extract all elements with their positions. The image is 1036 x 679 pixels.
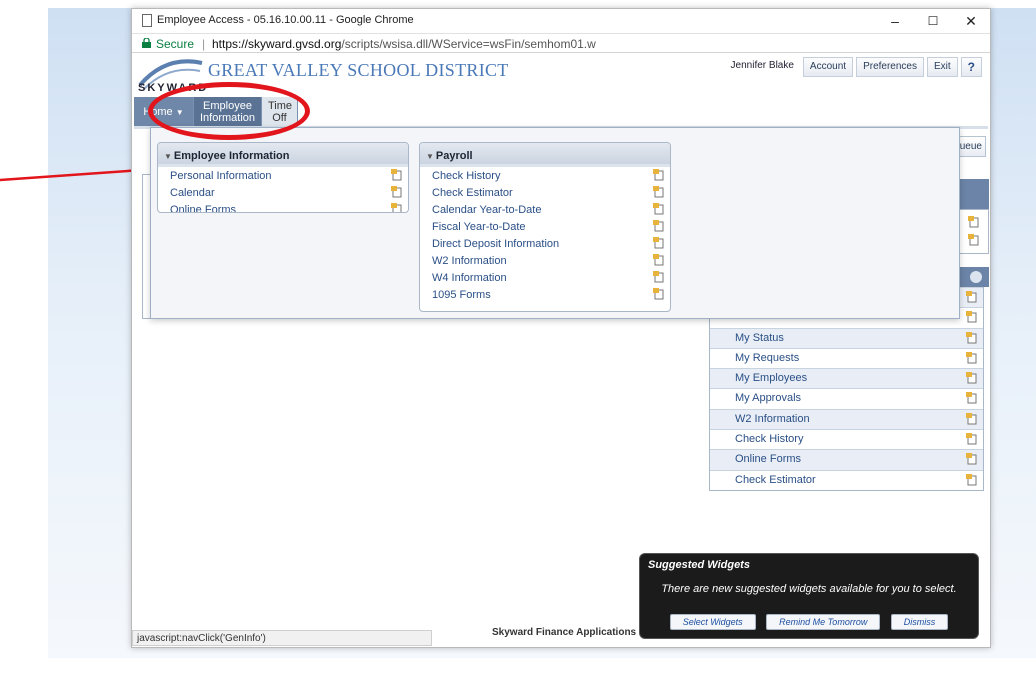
dismiss-button[interactable]: Dismiss	[890, 614, 949, 630]
list-item[interactable]: Check Estimator	[710, 469, 983, 490]
document-icon	[653, 254, 664, 266]
document-icon	[653, 203, 664, 215]
exit-button[interactable]: Exit	[926, 57, 958, 77]
settings-icon[interactable]	[970, 271, 982, 283]
status-bar: javascript:navClick('GenInfo')	[132, 630, 432, 646]
annotation-circle	[148, 82, 310, 140]
list-item[interactable]: My Requests	[710, 347, 983, 369]
list-item[interactable]: Check History	[710, 429, 983, 450]
document-icon	[391, 169, 402, 181]
footer-app-name: Skyward Finance Applications	[492, 627, 637, 638]
document-icon	[391, 203, 402, 212]
quick-links-header	[957, 267, 989, 287]
document-icon	[966, 473, 977, 486]
panel-heading: ▼ Employee Information	[158, 143, 408, 167]
user-name: Jennifer Blake	[730, 60, 794, 71]
document-icon	[653, 220, 664, 232]
menu-item-personal-information[interactable]: Personal Information	[158, 167, 408, 184]
document-icon	[966, 311, 977, 323]
menu-item-check-history[interactable]: Check History	[420, 167, 670, 184]
menu-item-direct-deposit[interactable]: Direct Deposit Information	[420, 235, 670, 252]
account-button[interactable]: Account	[802, 57, 854, 77]
page-icon	[142, 14, 152, 27]
document-icon	[391, 186, 402, 198]
maximize-button[interactable]: ☐	[914, 9, 952, 33]
menu-item-fiscal-ytd[interactable]: Fiscal Year-to-Date	[420, 218, 670, 235]
popup-title: Suggested Widgets	[648, 559, 750, 571]
document-icon	[966, 453, 977, 465]
widget-body	[957, 209, 989, 254]
employee-information-menu: ▼ Employee Information Personal Informati…	[150, 127, 960, 319]
url-text[interactable]: https://skyward.gvsd.org/scripts/wsisa.d…	[212, 37, 596, 51]
help-button[interactable]: ?	[960, 57, 982, 77]
address-separator: |	[202, 37, 206, 51]
title-bar: Employee Access - 05.16.10.00.11 - Googl…	[132, 9, 990, 33]
menu-item-calendar[interactable]: Calendar	[158, 184, 408, 201]
document-icon	[653, 271, 664, 283]
lock-icon	[142, 38, 151, 48]
document-icon	[966, 351, 977, 364]
close-button[interactable]: ✕	[952, 9, 990, 33]
document-icon	[966, 291, 977, 303]
remind-me-tomorrow-button[interactable]: Remind Me Tomorrow	[766, 614, 881, 630]
payroll-panel: ▼ Payroll Check History Check Estimator C…	[419, 142, 671, 312]
user-nav: Jennifer Blake Account Preferences Exit …	[725, 57, 982, 77]
menu-item-1095-forms[interactable]: 1095 Forms	[420, 286, 670, 303]
chevron-down-icon: ▼	[164, 152, 172, 161]
chevron-down-icon: ▼	[426, 152, 434, 161]
district-name: GREAT VALLEY SCHOOL DISTRICT	[208, 60, 509, 80]
minimize-button[interactable]: –	[876, 9, 914, 33]
document-icon	[966, 433, 977, 445]
list-item[interactable]: My Status	[710, 327, 983, 348]
select-widgets-button[interactable]: Select Widgets	[669, 614, 756, 630]
popup-buttons: Select Widgets Remind Me Tomorrow Dismis…	[640, 612, 978, 630]
address-bar[interactable]: Secure | https://skyward.gvsd.org/script…	[132, 33, 990, 53]
document-icon	[966, 412, 977, 425]
document-icon	[966, 392, 977, 404]
menu-item-check-estimator[interactable]: Check Estimator	[420, 184, 670, 201]
menu-item-w4-information[interactable]: W4 Information	[420, 269, 670, 286]
menu-item-w2-information[interactable]: W2 Information	[420, 252, 670, 269]
annotation-arrow	[0, 166, 148, 182]
document-icon	[653, 288, 664, 300]
window-title: Employee Access - 05.16.10.00.11 - Googl…	[157, 14, 414, 26]
document-icon[interactable]	[968, 216, 979, 228]
popup-message: There are new suggested widgets availabl…	[661, 583, 957, 595]
list-item[interactable]: My Employees	[710, 368, 983, 389]
menu-item-calendar-ytd[interactable]: Calendar Year-to-Date	[420, 201, 670, 218]
document-icon	[966, 372, 977, 384]
list-item[interactable]: Online Forms	[710, 449, 983, 470]
list-item[interactable]: W2 Information	[710, 408, 983, 430]
list-item[interactable]: My Approvals	[710, 388, 983, 409]
document-icon	[966, 331, 977, 344]
widget-header	[957, 179, 989, 209]
document-icon	[653, 237, 664, 249]
document-icon	[653, 186, 664, 198]
employee-information-panel: ▼ Employee Information Personal Informati…	[157, 142, 409, 213]
secure-label: Secure	[156, 37, 195, 51]
menu-item-online-forms[interactable]: Online Forms	[158, 201, 408, 212]
document-icon[interactable]	[968, 234, 979, 246]
document-icon	[653, 169, 664, 181]
suggested-widgets-popup: Suggested Widgets There are new suggeste…	[639, 553, 979, 639]
preferences-button[interactable]: Preferences	[856, 57, 924, 77]
panel-heading: ▼ Payroll	[420, 143, 670, 167]
